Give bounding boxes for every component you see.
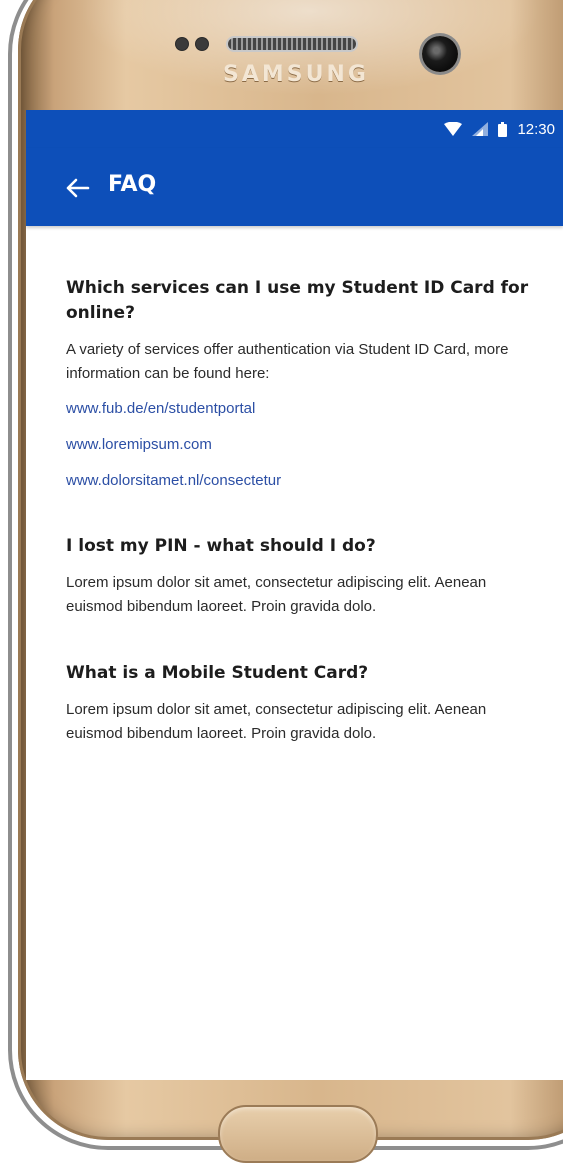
front-camera-icon (422, 36, 458, 72)
app-bar: FAQ (26, 148, 563, 226)
phone-frame: SAMSUNG 12:30 FAQ Which services can I u… (0, 0, 563, 1163)
back-button[interactable] (58, 168, 98, 208)
faq-item: Which services can I use my Student ID C… (66, 276, 536, 492)
faq-item: I lost my PIN - what should I do? Lorem … (66, 534, 536, 619)
earpiece-speaker (228, 38, 356, 50)
device-brand-logo: SAMSUNG (223, 62, 369, 87)
signal-icon (472, 122, 489, 136)
faq-list: Which services can I use my Student ID C… (66, 276, 536, 788)
faq-question: I lost my PIN - what should I do? (66, 536, 376, 556)
faq-answer: Lorem ipsum dolor sit amet, consectetur … (66, 701, 487, 742)
faq-question: Which services can I use my Student ID C… (66, 278, 529, 323)
arrow-left-icon (66, 178, 90, 198)
faq-links: www.fub.de/en/studentportal www.loremips… (66, 398, 536, 492)
app-screen: 12:30 FAQ Which services can I use my St… (26, 110, 563, 1080)
wifi-icon (444, 122, 463, 136)
faq-item: What is a Mobile Student Card? Lorem ips… (66, 661, 536, 746)
home-button[interactable] (218, 1105, 378, 1163)
battery-icon (498, 121, 508, 137)
faq-link[interactable]: www.dolorsitamet.nl/consectetur (66, 470, 536, 492)
faq-question: What is a Mobile Student Card? (66, 663, 369, 683)
faq-link[interactable]: www.loremipsum.com (66, 434, 536, 456)
faq-answer: A variety of services offer authenticati… (66, 341, 509, 382)
bezel-highlight (40, 0, 563, 110)
proximity-sensor-icon (176, 38, 188, 50)
status-bar: 12:30 (26, 110, 563, 148)
status-time: 12:30 (517, 120, 555, 138)
status-icons: 12:30 (444, 110, 555, 148)
faq-answer: Lorem ipsum dolor sit amet, consectetur … (66, 574, 487, 615)
page-title: FAQ (108, 172, 157, 197)
light-sensor-icon (196, 38, 208, 50)
faq-link[interactable]: www.fub.de/en/studentportal (66, 398, 536, 420)
